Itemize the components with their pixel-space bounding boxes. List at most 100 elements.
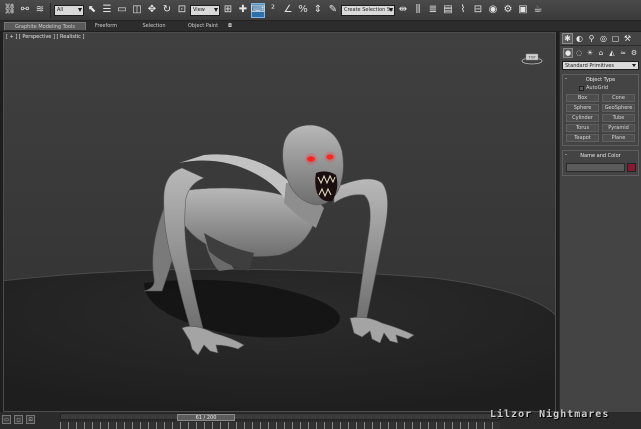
tab-selection[interactable]: Selection	[126, 22, 182, 30]
primitive-category-dropdown[interactable]: Standard Primitives	[562, 61, 639, 70]
chevron-down-icon	[214, 7, 218, 12]
rect-selection-icon[interactable]: ▭	[115, 3, 129, 18]
main-toolbar: ⛓ ⚯ ≋ All ⬉ ☰ ▭ ◫ ✥ ↻ ⊡ View ⊞ ✚ ⌨ ² ∠ %…	[0, 0, 641, 21]
chevron-down-icon	[78, 7, 82, 12]
perspective-viewport[interactable]: [ + ] [ Perspective ] [ Realistic ] TOP	[3, 32, 556, 412]
command-panel-tabs: ✱ ◐ ⚲ ◎ ▢ ⚒	[560, 32, 641, 46]
motion-tab-icon[interactable]: ◎	[598, 33, 609, 44]
tube-button[interactable]: Tube	[602, 114, 635, 122]
schematic-view-icon[interactable]: ⊟	[471, 3, 485, 18]
layer-manager-icon[interactable]: ≣	[426, 3, 440, 18]
name-color-title: Name and Color	[580, 152, 621, 159]
align-icon[interactable]: ⫼	[411, 3, 425, 18]
spacewarps-icon[interactable]: ≈	[618, 48, 628, 58]
cameras-icon[interactable]: ⌂	[596, 48, 606, 58]
pyramid-button[interactable]: Pyramid	[602, 124, 635, 132]
tab-freeform[interactable]: Freeform	[86, 22, 126, 30]
selection-filter-dropdown[interactable]: All	[54, 4, 84, 16]
window-crossing-icon[interactable]: ◫	[130, 3, 144, 18]
scale-icon[interactable]: ⊡	[175, 3, 189, 18]
angle-snap-icon[interactable]: ∠	[281, 3, 295, 18]
rendered-frame-icon[interactable]: ▣	[516, 3, 530, 18]
helpers-icon[interactable]: ◭	[607, 48, 617, 58]
tab-graphite-modeling-tools[interactable]: Graphite Modeling Tools	[4, 22, 86, 30]
systems-icon[interactable]: ⚙	[629, 48, 639, 58]
unlink-icon[interactable]: ⚯	[18, 3, 32, 18]
spinner-snap-icon[interactable]: ⇕	[311, 3, 325, 18]
viewport-icon[interactable]: ◻	[14, 415, 23, 424]
lights-icon[interactable]: ☀	[585, 48, 595, 58]
coord-system-value: View	[193, 7, 205, 13]
select-object-icon[interactable]: ⬉	[85, 3, 99, 18]
chevron-down-icon	[632, 64, 636, 67]
layout-icon[interactable]: ⊡	[26, 415, 35, 424]
render-production-icon[interactable]: ☕	[531, 3, 545, 18]
autogrid-label: AutoGrid	[586, 85, 609, 91]
watermark-text: Lilzor Nightmares	[490, 409, 610, 420]
display-tab-icon[interactable]: ▢	[610, 33, 621, 44]
box-button[interactable]: Box	[566, 94, 599, 102]
name-color-header[interactable]: - Name and Color	[563, 151, 638, 160]
tab-object-paint[interactable]: Object Paint	[182, 22, 224, 30]
geometry-icon[interactable]: ●	[563, 47, 573, 58]
pivot-center-icon[interactable]: ⊞	[221, 3, 235, 18]
object-type-header[interactable]: - Object Type	[563, 75, 638, 84]
viewcube[interactable]: TOP	[521, 51, 543, 65]
snaps-toggle-icon[interactable]: ²	[266, 3, 280, 18]
curve-editor-icon[interactable]: ⌇	[456, 3, 470, 18]
cone-button[interactable]: Cone	[602, 94, 635, 102]
object-type-rollout: - Object Type AutoGrid Box Cone Sphere G…	[562, 74, 639, 146]
creature-right-eye-glow	[324, 151, 336, 163]
utilities-tab-icon[interactable]: ⚒	[622, 33, 633, 44]
move-icon[interactable]: ✥	[145, 3, 159, 18]
maxscript-listener-icon[interactable]: ▭	[2, 415, 11, 424]
viewcube-label: TOP	[527, 56, 535, 60]
ribbon-tab-bar: Graphite Modeling Tools Freeform Selecti…	[0, 21, 641, 31]
reference-coord-dropdown[interactable]: View	[190, 4, 220, 16]
collapse-icon: -	[565, 151, 568, 158]
timeline-icons: ▭ ◻ ⊡	[2, 415, 35, 424]
select-manipulate-icon[interactable]: ✚	[236, 3, 250, 18]
time-slider-track[interactable]: 61 / 200	[60, 413, 500, 421]
name-row	[563, 160, 638, 172]
viewport-label[interactable]: [ + ] [ Perspective ] [ Realistic ]	[6, 34, 84, 40]
autogrid-row: AutoGrid	[563, 84, 638, 92]
keyboard-shortcut-icon[interactable]: ⌨	[251, 2, 265, 18]
sphere-button[interactable]: Sphere	[566, 104, 599, 112]
time-slider[interactable]: 61 / 200	[177, 414, 235, 421]
command-panel: ✱ ◐ ⚲ ◎ ▢ ⚒ ● ◌ ☀ ⌂ ◭ ≈ ⚙ Standard Primi…	[559, 32, 641, 412]
selection-filter-value: All	[57, 7, 64, 13]
autogrid-checkbox[interactable]	[579, 85, 584, 91]
render-setup-icon[interactable]: ⚙	[501, 3, 515, 18]
select-by-name-icon[interactable]: ☰	[100, 3, 114, 18]
frame-counter: 61 / 200	[195, 414, 217, 421]
teapot-button[interactable]: Teapot	[566, 134, 599, 142]
track-bar-ruler[interactable]	[60, 422, 500, 429]
create-category-bar: ● ◌ ☀ ⌂ ◭ ≈ ⚙	[560, 46, 641, 59]
primitive-category-value: Standard Primitives	[565, 62, 614, 69]
torus-button[interactable]: Torus	[566, 124, 599, 132]
select-link-icon[interactable]: ⛓	[3, 3, 17, 18]
scene-render	[4, 33, 555, 411]
hierarchy-tab-icon[interactable]: ⚲	[586, 33, 597, 44]
cylinder-button[interactable]: Cylinder	[566, 114, 599, 122]
graphite-toggle-icon[interactable]: ▤	[441, 3, 455, 18]
chevron-down-icon	[389, 7, 393, 12]
primitive-button-grid: Box Cone Sphere GeoSphere Cylinder Tube …	[563, 92, 638, 142]
percent-snap-icon[interactable]: %	[296, 3, 310, 18]
modify-tab-icon[interactable]: ◐	[574, 33, 585, 44]
bind-spacewarp-icon[interactable]: ≋	[33, 3, 47, 18]
rotate-icon[interactable]: ↻	[160, 3, 174, 18]
shapes-icon[interactable]: ◌	[574, 48, 584, 58]
object-color-swatch[interactable]	[627, 163, 636, 172]
geosphere-button[interactable]: GeoSphere	[602, 104, 635, 112]
object-name-field[interactable]	[566, 163, 625, 172]
ribbon-toggle-icon[interactable]: ◘	[224, 22, 236, 30]
named-selection-dropdown[interactable]: Create Selection Se	[341, 4, 395, 16]
material-editor-icon[interactable]: ◉	[486, 3, 500, 18]
creature-left-eye-glow	[305, 153, 317, 165]
plane-button[interactable]: Plane	[602, 134, 635, 142]
mirror-icon[interactable]: ⇹	[396, 3, 410, 18]
create-tab-icon[interactable]: ✱	[562, 33, 573, 44]
edit-named-selection-icon[interactable]: ✎	[326, 3, 340, 18]
